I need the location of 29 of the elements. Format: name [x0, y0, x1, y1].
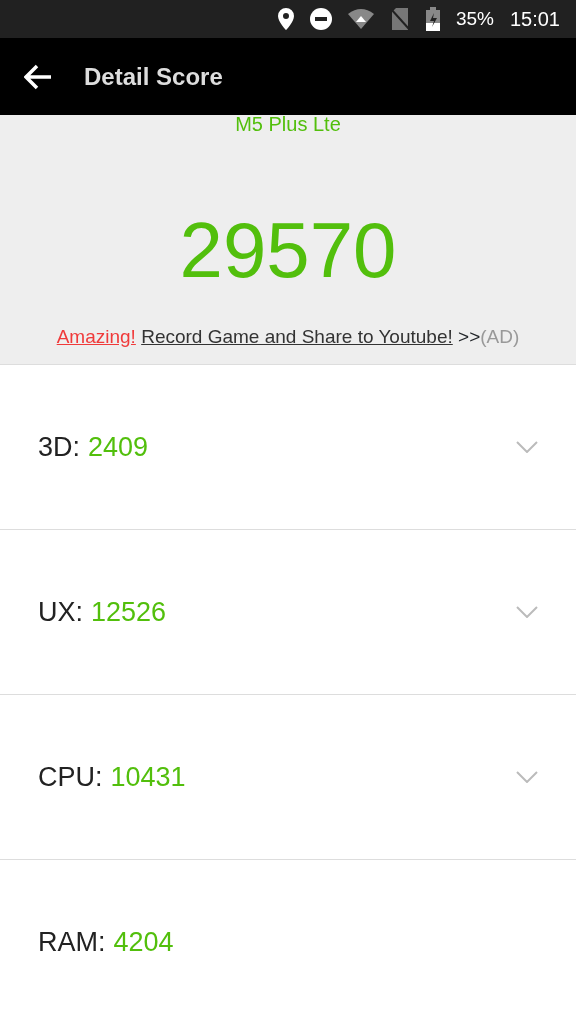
score-value: 10431: [110, 760, 186, 794]
total-score: 29570: [179, 211, 397, 289]
score-value: 4204: [113, 925, 174, 959]
score-value: 2409: [88, 430, 149, 464]
chevron-down-icon[interactable]: [516, 771, 538, 783]
score-row[interactable]: 3D: 2409: [0, 365, 576, 530]
ad-highlight: Amazing!: [56, 326, 136, 347]
no-sim-icon: [389, 8, 410, 30]
chevron-down-icon[interactable]: [516, 606, 538, 618]
chevron-down-icon[interactable]: [516, 441, 538, 453]
clock: 15:01: [509, 7, 560, 32]
battery-icon: [425, 7, 440, 31]
score-label: UX:: [38, 595, 83, 629]
battery-percentage: 35%: [455, 6, 494, 31]
score-value: 12526: [91, 595, 167, 629]
score-row[interactable]: UX: 12526: [0, 530, 576, 695]
ad-label: (AD): [480, 326, 520, 347]
score-label: RAM:: [38, 925, 106, 959]
device-name: M5 Plus Lte: [235, 112, 341, 137]
back-arrow-icon[interactable]: [24, 63, 52, 90]
location-icon: [277, 8, 294, 30]
ad-arrow[interactable]: >>: [458, 326, 481, 347]
wifi-icon: [347, 9, 374, 29]
screen-title: Detail Score: [84, 61, 223, 92]
score-label: CPU:: [38, 760, 103, 794]
ad-link[interactable]: Record Game and Share to Youtube!: [141, 326, 453, 347]
score-label: 3D:: [38, 430, 81, 464]
do-not-disturb-icon: [309, 8, 332, 30]
score-row[interactable]: CPU: 10431: [0, 695, 576, 860]
